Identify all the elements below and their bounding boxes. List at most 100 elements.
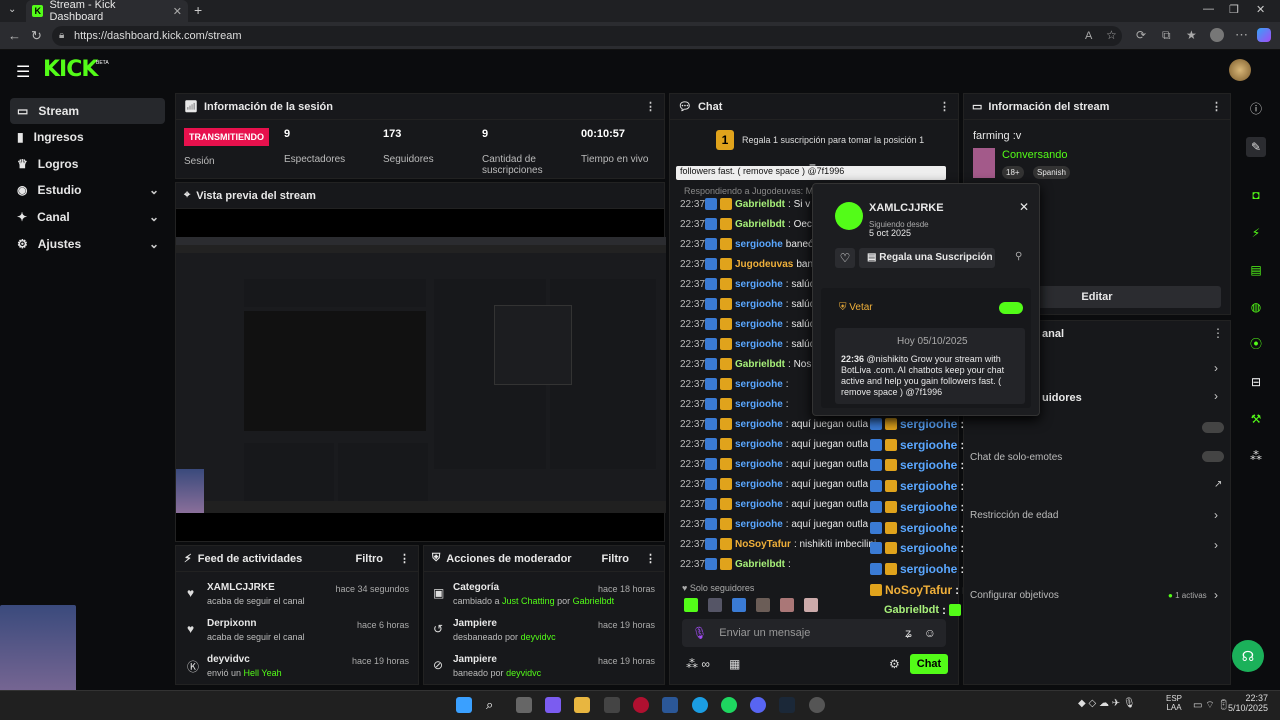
wrench-icon[interactable]: ⚒: [1246, 409, 1266, 429]
tray-status-icons[interactable]: ▭ ⌔ 🔋︎: [1193, 699, 1230, 712]
mod-action-item[interactable]: ↺ Jampiere desbaneado por deyvidvc hace 19 …: [429, 616, 657, 650]
chat-username[interactable]: Gabrielbdt: [735, 359, 785, 370]
chat-username[interactable]: sergioohe: [735, 519, 783, 530]
microphone-icon[interactable]: 🎙︎: [692, 626, 707, 640]
kick-logo[interactable]: KICK: [43, 57, 98, 82]
chat-username[interactable]: sergioohe: [735, 339, 783, 350]
kebab-menu-icon[interactable]: ⋮: [645, 100, 656, 113]
gift-leaderboard-text[interactable]: Regala 1 suscripción para tomar la posic…: [742, 135, 924, 145]
lock-icon[interactable]: 🔒︎: [59, 30, 64, 41]
chat-message[interactable]: 22:37 sergioohe: aquí juegan outla: [680, 474, 868, 494]
kebab-menu-icon[interactable]: ⋮: [939, 100, 950, 113]
filter-lines-icon[interactable]: ≡: [809, 160, 816, 174]
pin-icon[interactable]: ⚲: [1015, 251, 1022, 262]
filter-button[interactable]: Filtro: [602, 553, 630, 565]
discord-icon[interactable]: [750, 697, 766, 713]
chat-message[interactable]: 22:37 Gabrielbdt: Oec: [680, 214, 812, 234]
kebab-menu-icon[interactable]: ⋮: [399, 552, 410, 565]
store-icon[interactable]: ▦: [729, 657, 740, 671]
emote-icon[interactable]: [732, 598, 746, 612]
copilot-app-icon[interactable]: [545, 697, 561, 713]
gift-subscription-button[interactable]: ▤ Regala una Suscripción: [859, 248, 995, 268]
chat-username[interactable]: sergioohe: [735, 279, 783, 290]
emote-icon[interactable]: [756, 598, 770, 612]
chat-icon[interactable]: ◍: [1246, 297, 1266, 317]
kebab-menu-icon[interactable]: ⋮: [645, 552, 656, 565]
mod-action-item[interactable]: ⊘ Jampiere baneado por deyvidvc hace 19 hor…: [429, 652, 657, 686]
send-chat-button[interactable]: Chat: [910, 654, 948, 674]
veto-toggle[interactable]: [999, 302, 1023, 314]
more-options-icon[interactable]: ⋯: [1235, 27, 1248, 43]
chat-settings-icon[interactable]: ⚙: [889, 657, 900, 671]
language-indicator[interactable]: ESP LAA: [1166, 694, 1182, 712]
extensions-icon[interactable]: ⟳: [1136, 28, 1146, 42]
filter-button[interactable]: Filtro: [356, 553, 384, 565]
tray-icons[interactable]: ◆ ◇ ☁ ✈ 🎙︎: [1078, 698, 1136, 709]
back-icon[interactable]: ←: [8, 28, 21, 43]
stream-preview-video[interactable]: [176, 237, 666, 513]
connections-icon[interactable]: ⁂: [1246, 446, 1266, 466]
chat-message[interactable]: 22:37 sergioohe: aquí juegan outla: [680, 414, 868, 434]
chat-username[interactable]: sergioohe: [735, 439, 783, 450]
browser-tab[interactable]: K Stream - Kick Dashboard ✕: [26, 0, 188, 23]
chat-username[interactable]: Gabrielbdt: [735, 559, 785, 570]
chat-username[interactable]: NoSoyTafur: [735, 539, 791, 550]
read-aloud-icon[interactable]: A: [1085, 30, 1092, 42]
chat-message[interactable]: 22:37 sergioohe: salúdan: [680, 334, 826, 354]
layout-icon[interactable]: ⊟: [1246, 372, 1266, 392]
emote-icon[interactable]: [780, 598, 794, 612]
minimize-icon[interactable]: —: [1203, 3, 1214, 15]
url-field[interactable]: https://dashboard.kick.com/stream: [52, 26, 1122, 46]
emote-icon[interactable]: [708, 598, 722, 612]
chat-username[interactable]: sergioohe: [735, 459, 783, 470]
chat-message[interactable]: 22:37 NoSoyTafur: nishikiti imbecilini: [680, 534, 876, 554]
spotify-icon[interactable]: [721, 697, 737, 713]
chat-message[interactable]: 22:37 Gabrielbdt:: [680, 554, 791, 574]
chat-message[interactable]: 22:37 sergioohe: aquí juegan outla: [680, 434, 868, 454]
copilot-icon[interactable]: [1257, 28, 1271, 42]
chat-message[interactable]: 22:37 sergioohe:: [680, 394, 789, 414]
sidebar-item-estudio[interactable]: ◉ Estudio ⌄: [10, 177, 165, 203]
support-icon[interactable]: ☊: [1232, 640, 1264, 672]
toggle-switch[interactable]: [1202, 451, 1224, 462]
chat-message[interactable]: 22:37 sergioohe: aquí juegan outla: [680, 494, 868, 514]
chat-message[interactable]: 22:37 Gabrielbdt: Si v: [680, 194, 810, 214]
file-explorer-icon[interactable]: [574, 697, 590, 713]
sidebar-item-ajustes[interactable]: ⚙ Ajustes ⌄: [10, 231, 165, 257]
clock[interactable]: 22:37 5/10/2025: [1228, 693, 1268, 713]
lightning-icon[interactable]: ⚡︎: [1246, 223, 1266, 243]
favorite-star-icon[interactable]: ☆: [1106, 28, 1117, 42]
chat-tools-icon[interactable]: ⁂ ∞: [686, 657, 710, 671]
chat-username[interactable]: sergioohe: [735, 479, 783, 490]
broadcast-icon[interactable]: ⦿: [1246, 334, 1266, 354]
translate-icon[interactable]: ʑ: [905, 626, 912, 640]
chat-username[interactable]: sergioohe: [735, 319, 783, 330]
obs-icon[interactable]: [809, 697, 825, 713]
chat-input[interactable]: 🎙︎ Enviar un mensaje ʑ ☺: [682, 619, 946, 647]
profile-icon[interactable]: [1210, 28, 1224, 42]
category-name[interactable]: Conversando: [1002, 149, 1067, 161]
search-icon[interactable]: ⌕: [486, 697, 502, 713]
external-link-icon[interactable]: ↗: [1214, 479, 1222, 490]
mod-action-item[interactable]: ▣ Categoría cambiado a Just Chatting por G…: [429, 580, 657, 614]
chevron-right-icon[interactable]: ›: [1214, 361, 1218, 375]
edit-pencil-icon[interactable]: ✎: [1246, 137, 1266, 157]
reload-icon[interactable]: ↻: [31, 28, 42, 44]
activity-item[interactable]: ♥ Derpixonn acaba de seguir el canal hace 6…: [183, 616, 411, 650]
info-icon[interactable]: ⓘ: [1246, 99, 1266, 119]
chat-username[interactable]: Gabrielbdt: [735, 199, 785, 210]
kebab-menu-icon[interactable]: ⋮: [1212, 326, 1224, 340]
chevron-right-icon[interactable]: ›: [1214, 588, 1218, 602]
document-icon[interactable]: ▤: [1246, 260, 1266, 280]
chat-username[interactable]: sergioohe: [735, 499, 783, 510]
capture-icon[interactable]: ◘: [1246, 185, 1266, 205]
chat-username[interactable]: Gabrielbdt: [735, 219, 785, 230]
visual-studio-icon[interactable]: [662, 697, 678, 713]
steam-icon[interactable]: [779, 697, 795, 713]
hamburger-menu-icon[interactable]: ☰: [16, 62, 30, 82]
tab-close-icon[interactable]: ✕: [173, 5, 182, 18]
sidebar-item-ingresos[interactable]: ▮ Ingresos: [10, 124, 165, 150]
sidebar-item-canal[interactable]: ✦ Canal ⌄: [10, 204, 165, 230]
emote-icon[interactable]: [804, 598, 818, 612]
split-screen-icon[interactable]: ⧉: [1162, 28, 1171, 43]
